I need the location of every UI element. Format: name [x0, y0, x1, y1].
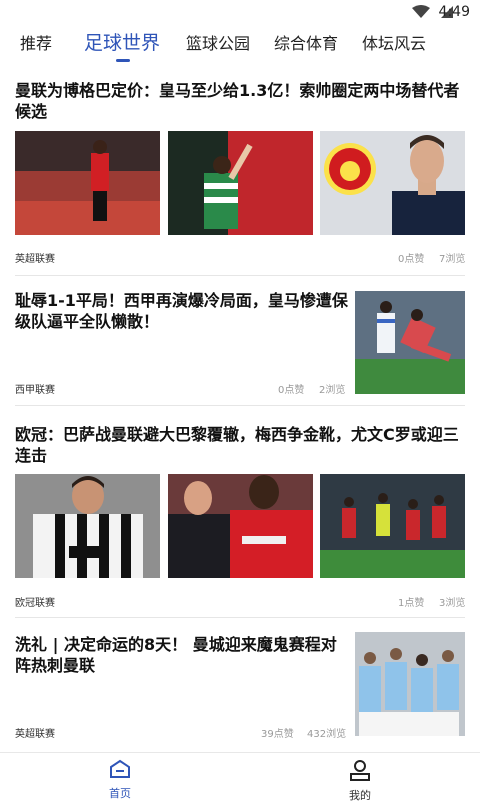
league-label: 英超联赛	[15, 729, 55, 740]
nav-profile-label: 我的	[349, 789, 371, 802]
views-count: 7浏览	[439, 254, 466, 265]
views-count: 3浏览	[439, 598, 466, 609]
news-image[interactable]	[15, 131, 160, 235]
tab-sports-news[interactable]: 体坛风云	[362, 30, 426, 54]
news-title[interactable]: 曼联为博格巴定价：皇马至少给1.3亿！索帅圈定两中场替代者候选	[15, 80, 465, 122]
likes-count: 1点赞	[398, 598, 425, 609]
divider	[15, 405, 465, 406]
news-image[interactable]	[320, 131, 465, 235]
bottom-navigation: 首页 我的	[0, 752, 480, 803]
user-icon	[350, 760, 370, 781]
news-item[interactable]: 欧冠：巴萨战曼联避大巴黎覆辙，梅西争金靴，尤文C罗或迎三连击 欧冠联赛 1点赞 …	[0, 414, 480, 618]
tab-football-world[interactable]: 足球世界	[84, 28, 160, 55]
likes-count: 39点赞	[261, 729, 294, 740]
league-label: 英超联赛	[15, 254, 55, 265]
tab-general-sports[interactable]: 综合体育	[274, 30, 338, 54]
news-title[interactable]: 耻辱1-1平局！西甲再演爆冷局面，皇马惨遭保级队逼平全队懒散！	[15, 290, 350, 332]
nav-profile[interactable]: 我的	[330, 759, 390, 803]
news-item[interactable]: 洗礼 | 决定命运的8天！ 曼城迎来魔鬼赛程对阵热刺曼联 英超联赛 39点赞 4…	[0, 626, 480, 750]
category-tabs: 推荐 足球世界 篮球公园 综合体育 体坛风云	[0, 24, 480, 68]
divider	[15, 617, 465, 618]
wifi-icon	[412, 5, 430, 18]
nav-home[interactable]: 首页	[90, 759, 150, 801]
views-count: 2浏览	[319, 385, 346, 396]
news-item[interactable]: 曼联为博格巴定价：皇马至少给1.3亿！索帅圈定两中场替代者候选 英超联赛 0点赞…	[0, 78, 480, 276]
news-image[interactable]	[320, 474, 465, 578]
news-image[interactable]	[355, 291, 465, 394]
tab-recommend[interactable]: 推荐	[20, 30, 52, 54]
status-time: 4:49	[438, 4, 470, 20]
views-count: 432浏览	[307, 729, 347, 740]
tab-basketball-park[interactable]: 篮球公园	[186, 30, 250, 54]
status-bar: 4:49	[0, 0, 480, 24]
news-image[interactable]	[168, 474, 313, 578]
news-image[interactable]	[15, 474, 160, 578]
likes-count: 0点赞	[278, 385, 305, 396]
league-label: 西甲联赛	[15, 385, 55, 396]
news-image[interactable]	[355, 632, 465, 736]
news-title[interactable]: 洗礼 | 决定命运的8天！ 曼城迎来魔鬼赛程对阵热刺曼联	[15, 634, 350, 676]
home-icon	[110, 759, 130, 778]
news-item[interactable]: 耻辱1-1平局！西甲再演爆冷局面，皇马惨遭保级队逼平全队懒散！ 西甲联赛 0点赞…	[0, 282, 480, 406]
divider	[15, 275, 465, 276]
news-image[interactable]	[168, 131, 313, 235]
league-label: 欧冠联赛	[15, 598, 55, 609]
news-title[interactable]: 欧冠：巴萨战曼联避大巴黎覆辙，梅西争金靴，尤文C罗或迎三连击	[15, 424, 465, 466]
likes-count: 0点赞	[398, 254, 425, 265]
active-tab-indicator	[116, 59, 130, 62]
nav-home-label: 首页	[109, 787, 131, 800]
